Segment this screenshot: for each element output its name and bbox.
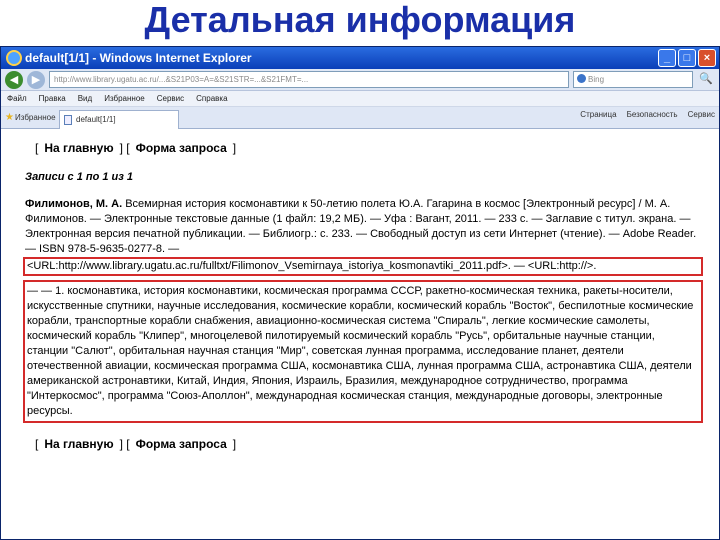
home-link[interactable]: На главную: [44, 141, 113, 155]
menu-tools[interactable]: Сервис: [157, 94, 184, 103]
search-input[interactable]: Bing: [573, 71, 693, 88]
bottom-navigation: [На главную] [Форма запроса]: [35, 437, 237, 451]
slide-title: Детальная информация: [144, 0, 576, 40]
menu-edit[interactable]: Правка: [39, 94, 66, 103]
menu-help[interactable]: Справка: [196, 94, 227, 103]
search-button[interactable]: 🔍: [697, 71, 715, 88]
tab-label: default[1/1]: [76, 114, 116, 124]
entry-description: Всемирная история космонавтики к 50-лети…: [25, 198, 697, 255]
browser-window: default[1/1] - Windows Internet Explorer…: [0, 46, 720, 540]
forward-button[interactable]: ▶: [27, 70, 45, 89]
top-navigation: [На главную] [Форма запроса]: [35, 141, 237, 155]
query-form-link-bottom[interactable]: Форма запроса: [136, 437, 227, 451]
toolbar-page[interactable]: Страница: [580, 110, 616, 119]
entry-author: Филимонов, М. А.: [25, 198, 123, 210]
records-count: Записи с 1 по 1 из 1: [25, 171, 134, 183]
toolbar-security[interactable]: Безопасность: [627, 110, 678, 119]
menu-file[interactable]: Файл: [7, 94, 27, 103]
menu-favorites[interactable]: Избранное: [104, 94, 145, 103]
address-bar: ◀ ▶ http://www.library.ugatu.ac.ru/...&S…: [1, 69, 719, 91]
internet-explorer-icon: [6, 50, 22, 66]
favorites-button[interactable]: ★ Избранное: [5, 110, 56, 126]
page-icon: [64, 114, 72, 125]
search-placeholder: Bing: [588, 75, 605, 84]
star-icon: ★: [5, 111, 14, 123]
tab-default[interactable]: default[1/1]: [59, 109, 179, 129]
menu-bar: Файл Правка Вид Избранное Сервис Справка: [1, 91, 719, 107]
maximize-button[interactable]: □: [678, 49, 696, 67]
query-form-link[interactable]: Форма запроса: [136, 141, 227, 155]
search-provider-icon: [577, 74, 586, 83]
favorites-label: Избранное: [15, 112, 56, 122]
toolbar-tools[interactable]: Сервис: [688, 110, 715, 119]
window-title: default[1/1] - Windows Internet Explorer: [25, 51, 252, 65]
close-button[interactable]: ×: [698, 49, 716, 67]
menu-view[interactable]: Вид: [78, 94, 92, 103]
entry-subjects: — — 1. космонавтика, история космонавтик…: [23, 280, 703, 423]
entry-url-link[interactable]: <URL:http://www.library.ugatu.ac.ru/full…: [23, 257, 703, 276]
home-link-bottom[interactable]: На главную: [44, 437, 113, 451]
minimize-button[interactable]: _: [658, 49, 676, 67]
bibliographic-entry: Филимонов, М. А. Всемирная история космо…: [23, 197, 703, 423]
tab-bar: ★ Избранное default[1/1] Страница Безопа…: [1, 107, 719, 129]
page-content: [На главную] [Форма запроса] Записи с 1 …: [1, 129, 719, 521]
address-input[interactable]: http://www.library.ugatu.ac.ru/...&S21P0…: [49, 71, 569, 88]
window-titlebar: default[1/1] - Windows Internet Explorer…: [1, 47, 719, 69]
back-button[interactable]: ◀: [5, 70, 23, 89]
